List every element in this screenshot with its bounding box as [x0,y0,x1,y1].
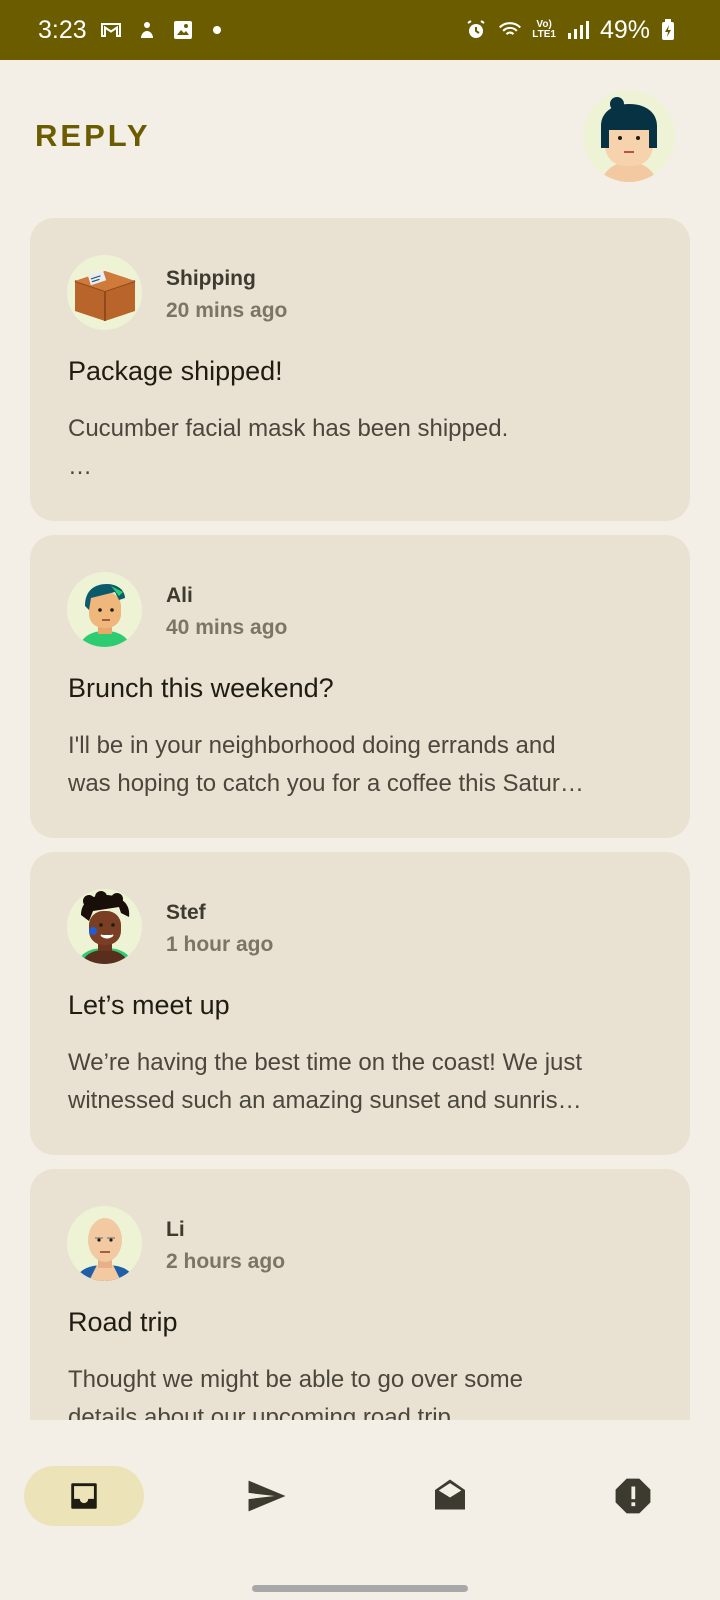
email-preview-line: I'll be in your neighborhood doing erran… [68,732,556,759]
profile-avatar[interactable] [583,90,675,182]
status-bar: 3:23 Vo) LTE1 49% [0,0,720,60]
status-time: 3:23 [38,15,87,44]
sender-avatar [67,255,142,330]
email-subject: Package shipped! [68,356,283,386]
sender-avatar [67,1206,142,1281]
package-icon [74,270,136,321]
send-icon [248,1480,286,1512]
app-header: REPLY [0,60,720,210]
email-card[interactable]: Shipping 20 mins ago Package shipped! Cu… [30,218,690,521]
inbox-icon [71,1483,97,1509]
sender-name: Ali [166,584,193,607]
gmail-icon [99,18,123,42]
email-preview: We’re having the best time on the coast!… [68,1044,658,1120]
email-card[interactable]: Ali 40 mins ago Brunch this weekend? I'l… [30,535,690,838]
email-preview-line: We’re having the best time on the coast!… [68,1049,583,1076]
spam-icon [615,1478,651,1514]
email-preview: I'll be in your neighborhood doing erran… [68,727,658,803]
sender-avatar [67,889,142,964]
network-type: Vo) LTE1 [532,19,556,40]
email-card[interactable]: Stef 1 hour ago Let’s meet up We’re havi… [30,852,690,1155]
sender-name: Shipping [166,267,256,290]
nav-sent[interactable] [207,1466,327,1526]
battery-percent: 49% [599,15,650,44]
email-time: 20 mins ago [166,299,288,322]
sender-avatar [67,572,142,647]
email-card[interactable]: Li 2 hours ago Road trip Thought we migh… [30,1169,690,1420]
email-preview-line: witnessed such an amazing sunset and sun… [68,1087,582,1114]
sender-name: Stef [166,901,206,924]
nav-inbox[interactable] [24,1466,144,1526]
signal-icon [566,18,590,42]
nav-drafts[interactable] [390,1466,510,1526]
sender-name: Li [166,1218,185,1241]
email-preview: Cucumber facial mask has been shipped. … [68,410,658,486]
email-preview-line: Cucumber facial mask has been shipped. [68,415,509,442]
email-time: 1 hour ago [166,933,274,956]
notification-app-icon [135,18,159,42]
email-subject: Brunch this weekend? [68,673,334,703]
email-subject: Let’s meet up [68,990,230,1020]
email-list: Shipping 20 mins ago Package shipped! Cu… [30,218,690,1420]
ali-avatar-image [79,584,131,647]
gallery-icon [171,18,195,42]
stef-avatar-image [77,891,133,964]
profile-avatar-image [601,97,657,182]
alarm-icon [464,18,488,42]
bottom-navigation [0,1420,720,1570]
app-logo: REPLY [35,118,151,153]
wifi-icon [498,18,522,42]
email-time: 40 mins ago [166,616,288,639]
home-indicator[interactable] [252,1585,468,1592]
li-avatar-image [75,1218,135,1281]
email-preview-line: … [68,453,92,480]
email-time: 2 hours ago [166,1250,286,1273]
email-preview-line: was hoping to catch you for a coffee thi… [68,770,584,797]
drafts-icon [435,1479,465,1510]
email-preview-line: Thought we might be able to go over some [68,1366,523,1393]
email-subject: Road trip [68,1307,178,1337]
nav-spam[interactable] [573,1466,693,1526]
email-preview: Thought we might be able to go over some… [68,1361,658,1420]
battery-charging-icon [660,18,684,42]
more-notifications-dot [212,26,221,34]
email-preview-line: details about our upcoming road trip. [68,1404,458,1420]
